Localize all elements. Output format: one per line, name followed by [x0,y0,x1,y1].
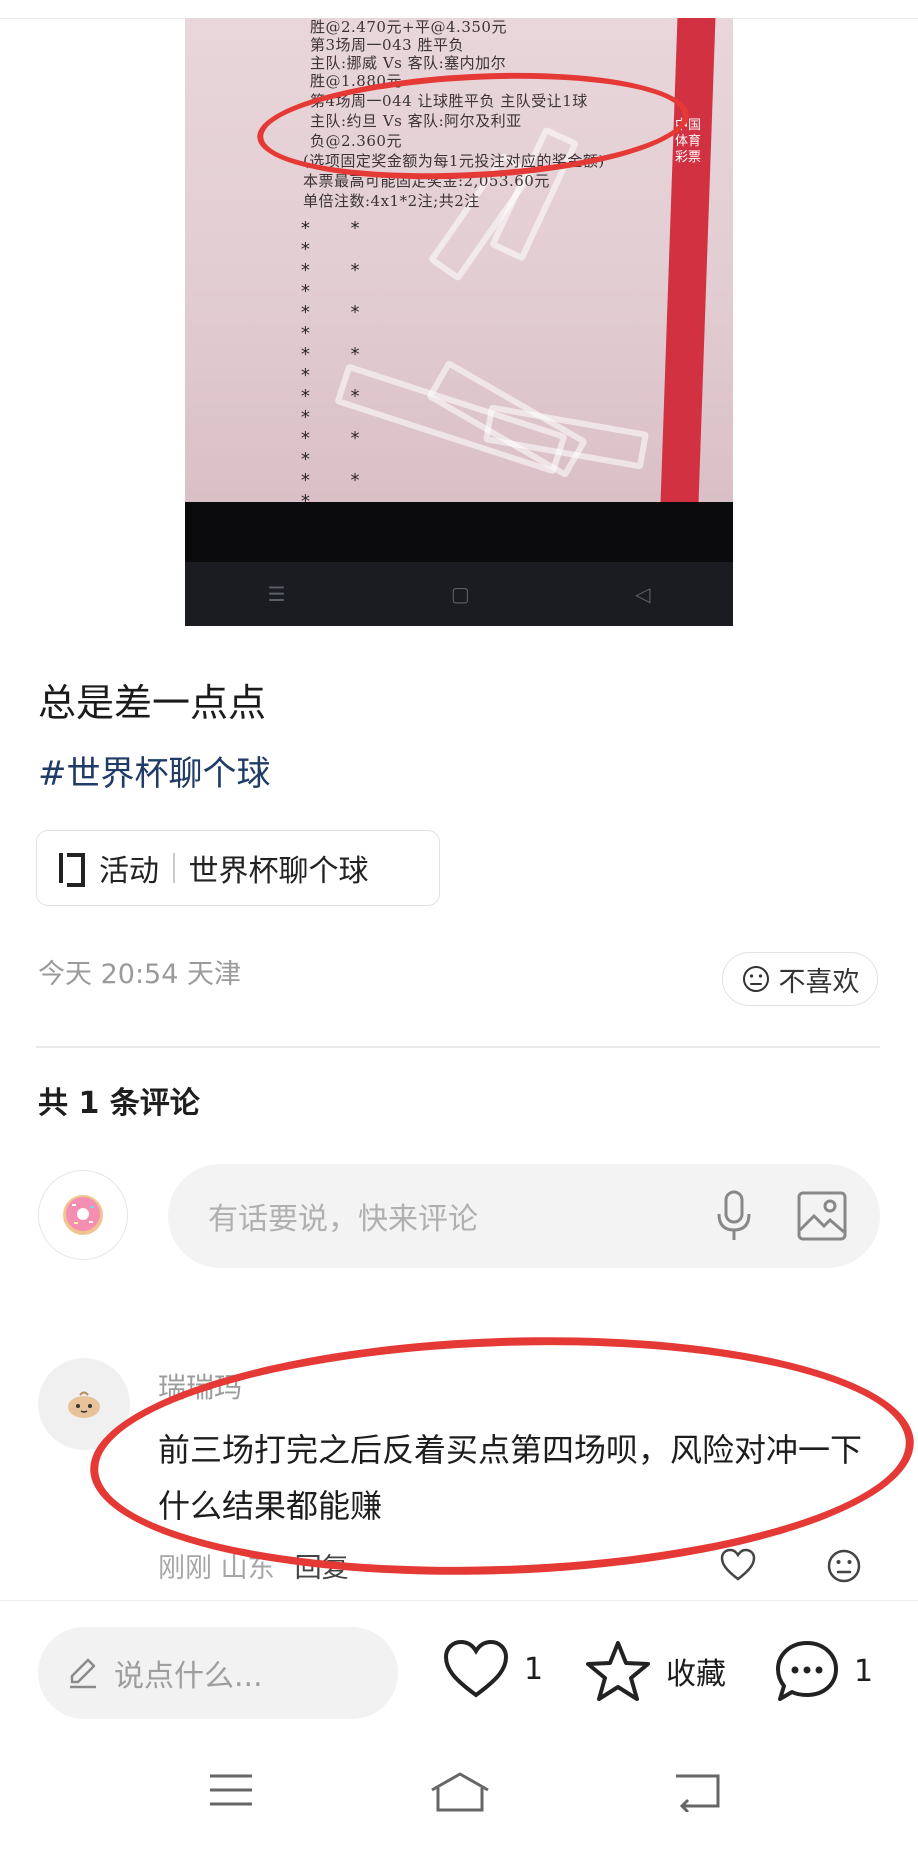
chat-bubble-icon [776,1641,838,1701]
red-annotation-circle [86,1323,918,1589]
comment-like-icon[interactable] [720,1548,756,1582]
home-icon[interactable] [428,1770,492,1814]
back-icon[interactable] [674,1770,724,1812]
asterisk-row: * * * [300,386,375,428]
ticket-asterisks: * * * * * * * * * * * * * * * * * * * * … [300,218,380,502]
asterisk-row: * * * [300,344,375,386]
asterisk-row: * * * [300,218,375,260]
asterisk-row: * * * [300,260,375,302]
activity-name: 世界杯聊个球 [188,854,369,889]
asterisk-row: * * * [300,428,375,470]
photo-phone-navbar: ☰ ▢ ◁ [185,562,733,626]
my-avatar[interactable] [38,1170,128,1260]
activity-chip[interactable]: 活动 世界杯聊个球 [36,830,440,906]
frown-face-icon [742,966,769,992]
comment-input[interactable]: 有话要说，快来评论 [168,1164,880,1268]
donut-icon [63,1195,103,1235]
hashtag-link[interactable]: #世界杯聊个球 [38,746,271,795]
comment-button[interactable]: 1 [774,1639,873,1703]
comment-count-heading: 共 1 条评论 [38,1086,200,1121]
section-divider [36,1046,880,1048]
ticket-ribbon [660,18,716,502]
post-title: 总是差一点点 [38,681,267,725]
system-navbar [0,1740,918,1853]
image-icon[interactable] [796,1190,848,1242]
comment-placeholder: 有话要说，快来评论 [208,1202,478,1237]
bun-character-icon [68,1391,100,1418]
asterisk-row: * * * [300,302,375,344]
microphone-icon[interactable] [714,1190,754,1242]
pencil-icon [70,1658,96,1689]
like-button[interactable]: 1 [442,1639,543,1699]
post-meta: 今天 20:54 天津 [38,959,241,990]
bottom-action-bar: 说点什么... 1 收藏 1 [0,1600,918,1719]
like-count: 1 [524,1651,544,1687]
home-icon: ▢ [450,582,470,606]
comment-dislike-icon[interactable] [826,1548,862,1584]
menu-icon: ☰ [267,582,286,606]
collect-label: 收藏 [666,1657,726,1692]
ticket-line: 单倍注数:4x1*2注;共2注 [303,192,480,210]
back-icon: ◁ [634,582,651,606]
say-placeholder: 说点什么... [114,1659,263,1694]
heart-icon [443,1639,509,1698]
asterisk-row: * * * [300,470,375,502]
menu-icon[interactable] [208,1770,254,1810]
star-icon [586,1641,650,1701]
activity-icon [59,853,85,887]
say-something-input[interactable]: 说点什么... [38,1627,398,1719]
collect-button[interactable]: 收藏 [584,1639,726,1703]
post-image[interactable]: 胜@2.470元+平@4.350元 第3场周一043 胜平负 主队:挪威 Vs … [185,18,733,626]
dislike-button[interactable]: 不喜欢 [722,952,878,1006]
activity-label: 活动 [99,854,159,889]
comment-count: 1 [854,1653,874,1689]
dislike-label: 不喜欢 [778,966,860,998]
chip-separator [173,853,175,883]
lottery-ticket: 胜@2.470元+平@4.350元 第3场周一043 胜平负 主队:挪威 Vs … [185,18,733,502]
